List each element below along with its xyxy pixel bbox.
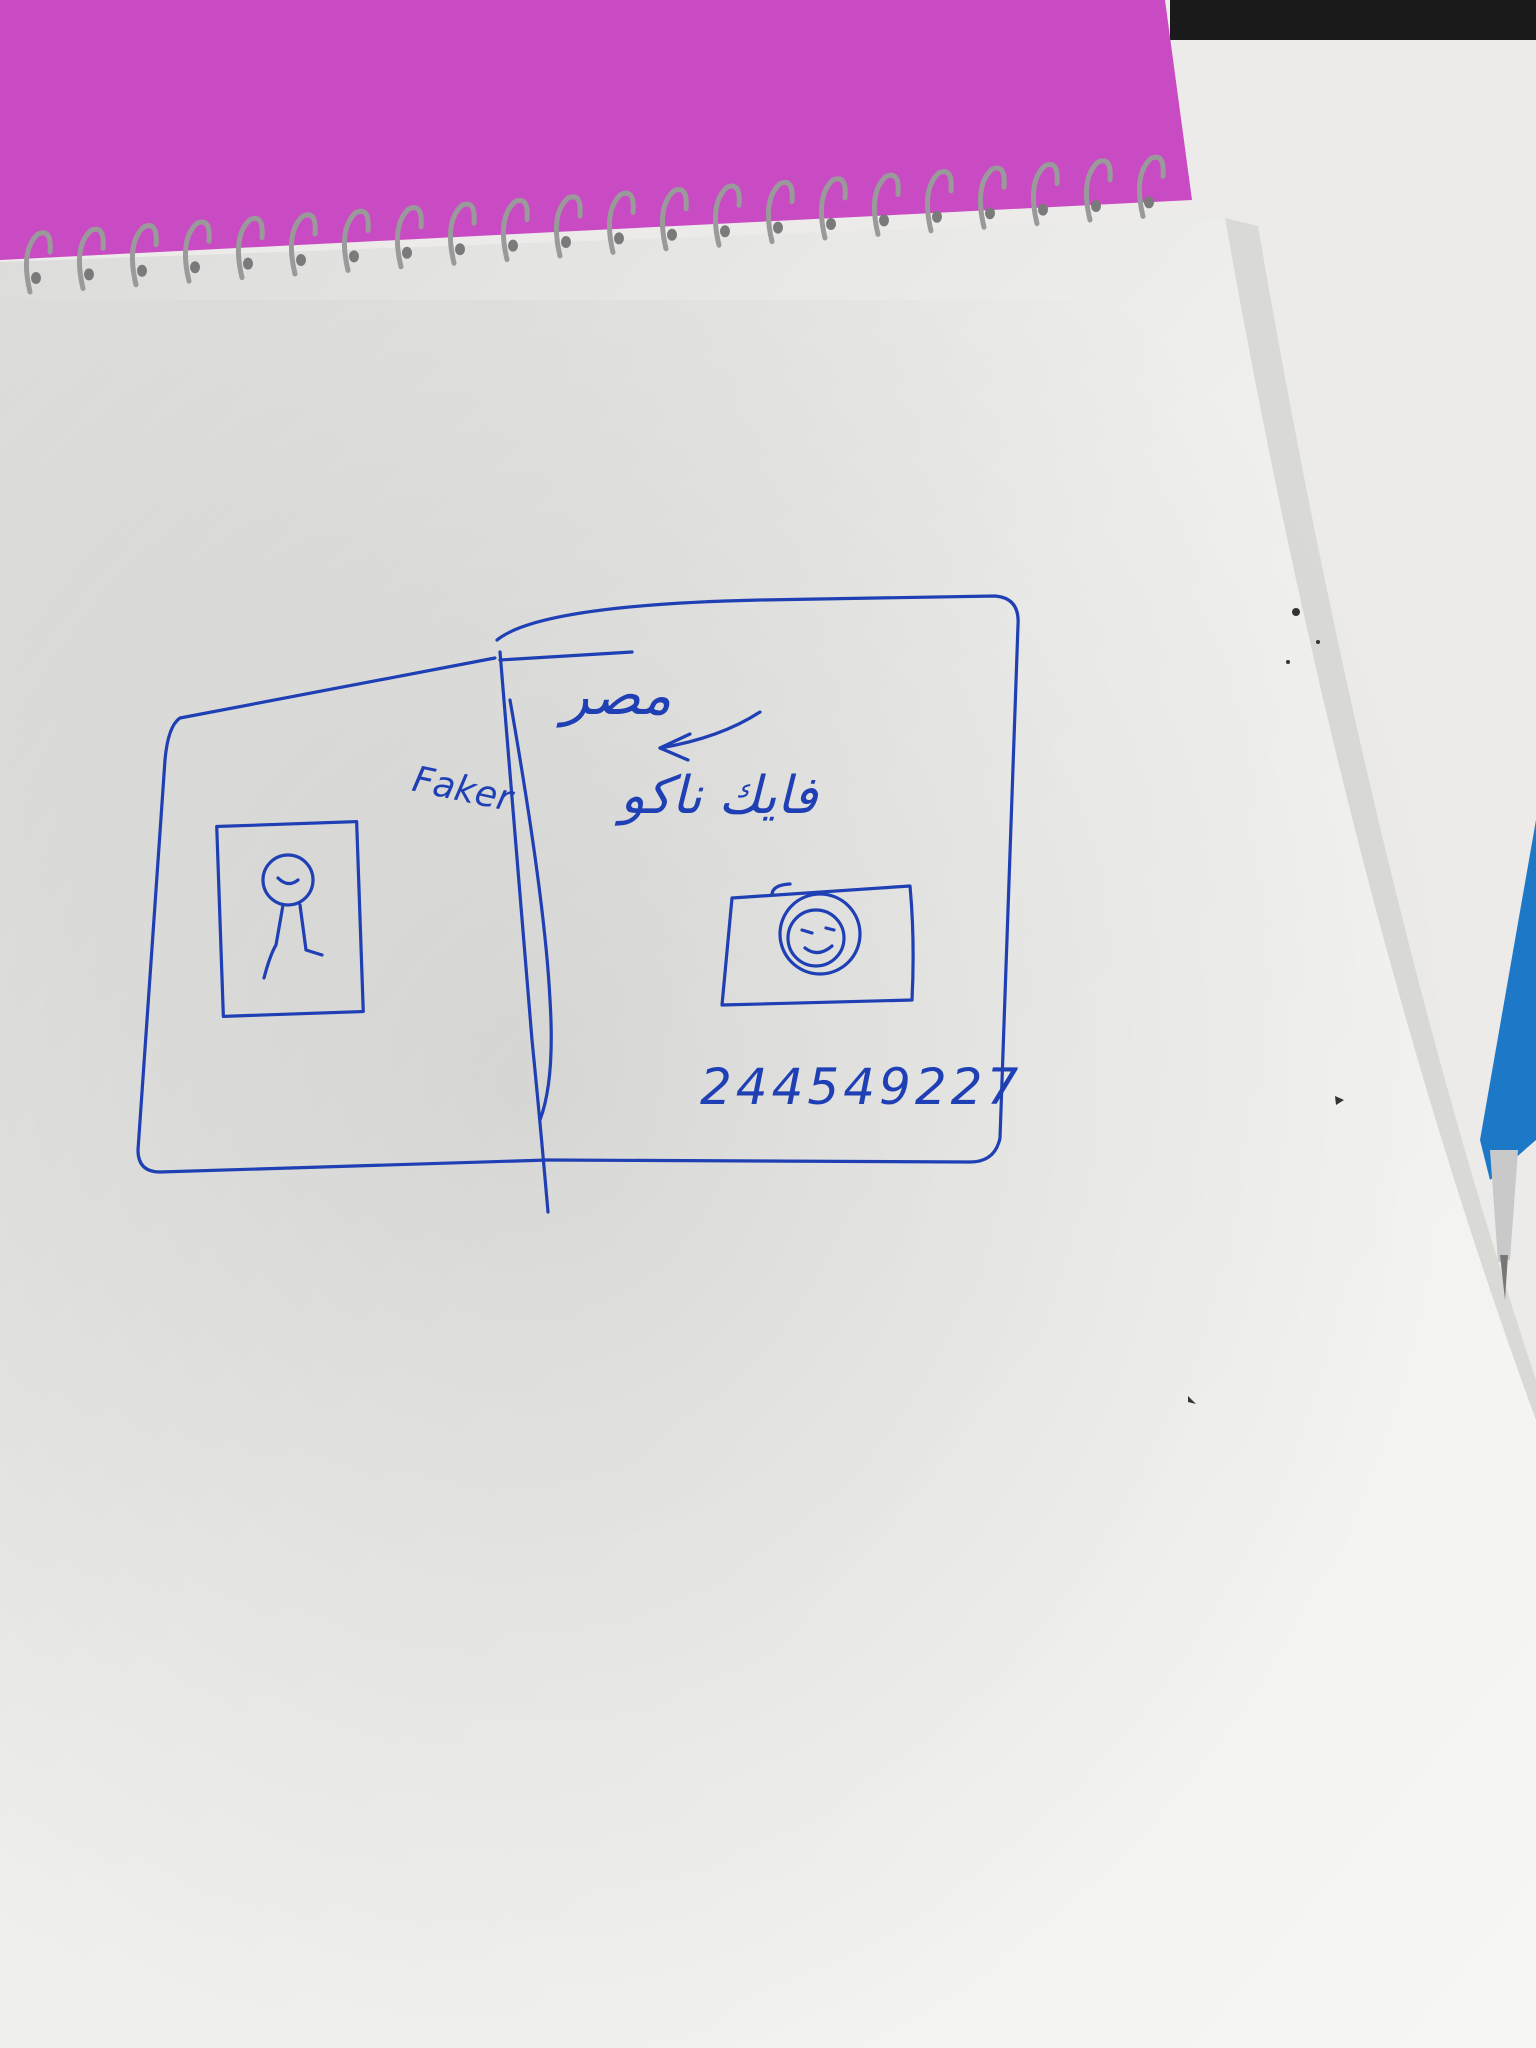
spiral-hole xyxy=(508,239,518,252)
spiral-hole xyxy=(349,250,359,263)
spiral-hole xyxy=(296,254,306,266)
spiral-hole xyxy=(932,210,942,223)
spiral-hole xyxy=(1091,200,1101,212)
spiral-hole xyxy=(31,272,41,284)
spiral-hole xyxy=(879,214,889,227)
spiral-hole xyxy=(190,261,200,274)
spiral-hole xyxy=(720,225,730,238)
serial-number-label: 244549227 xyxy=(700,1058,1023,1116)
spiral-hole xyxy=(1144,196,1154,209)
hand-shadow xyxy=(0,300,1536,2048)
spiral-hole xyxy=(1038,203,1048,216)
spiral-hole xyxy=(826,218,836,230)
dark-edge xyxy=(1170,0,1536,40)
spiral-hole xyxy=(243,257,253,270)
photo-scene xyxy=(0,0,1536,2048)
spiral-hole xyxy=(402,246,412,259)
spiral-hole xyxy=(84,268,94,281)
spiral-hole xyxy=(561,236,571,248)
spiral-hole xyxy=(985,207,995,220)
spiral-hole xyxy=(773,221,783,234)
spiral-hole xyxy=(614,232,624,245)
spiral-hole xyxy=(455,243,465,256)
spiral-hole xyxy=(137,264,147,277)
arabic-title-label: فايك ناكو xyxy=(620,766,818,826)
arabic-word-label: مصر xyxy=(562,663,672,728)
spiral-hole xyxy=(667,228,677,241)
